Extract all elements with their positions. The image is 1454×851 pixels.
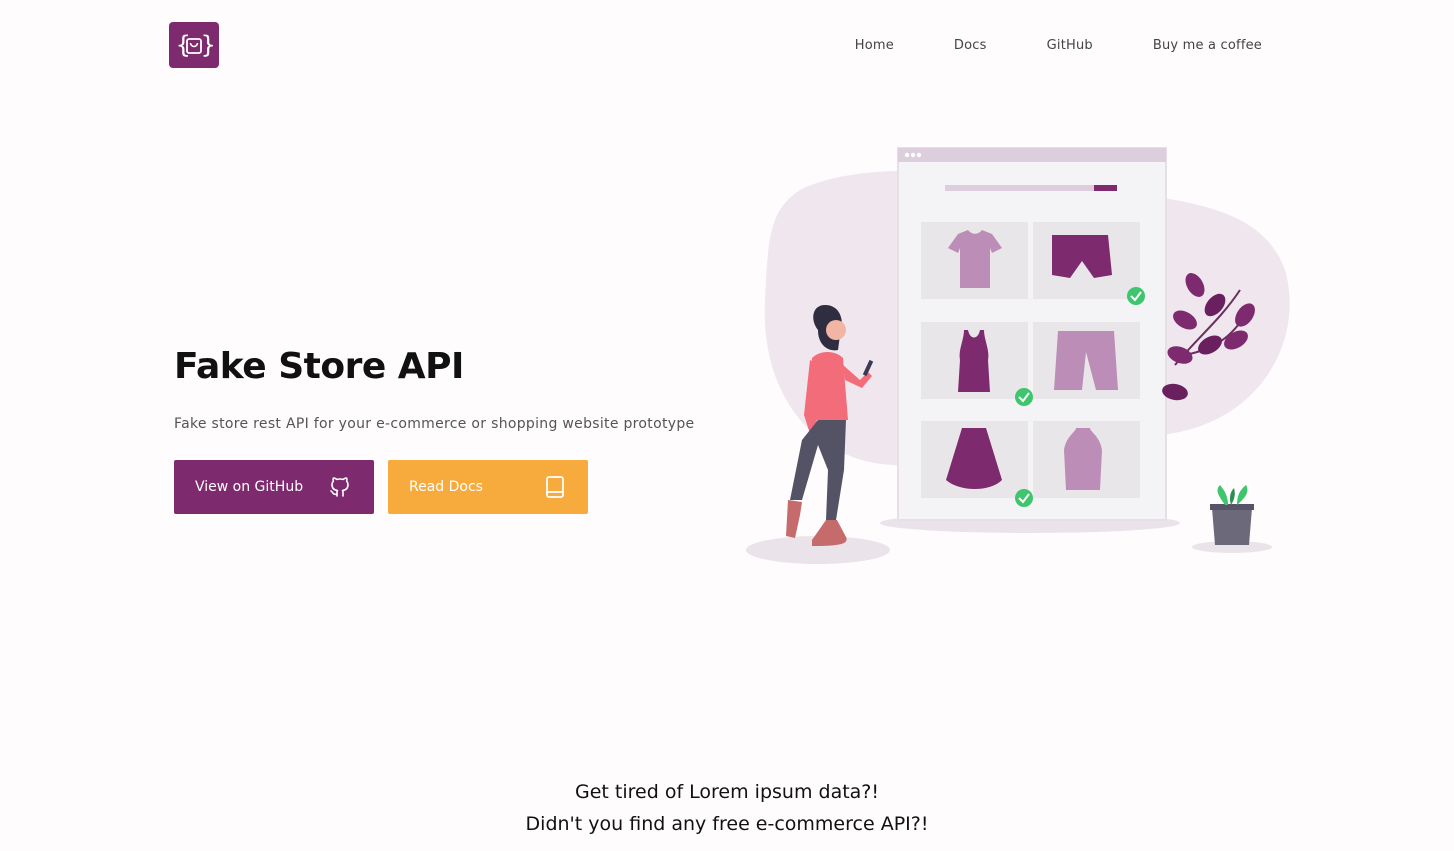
hero-title: Fake Store API xyxy=(174,346,464,387)
read-docs-button[interactable]: Read Docs xyxy=(388,460,588,514)
page: { } Home Docs GitHub Buy me a coffee Fak… xyxy=(0,0,1454,851)
logo[interactable]: { } xyxy=(169,22,219,68)
svg-text:{: { xyxy=(176,31,190,59)
nav-github-link[interactable]: GitHub xyxy=(1047,38,1093,53)
nav-home-link[interactable]: Home xyxy=(855,38,894,53)
hero-subtitle: Fake store rest API for your e-commerce … xyxy=(174,416,695,432)
book-icon xyxy=(546,476,564,498)
shopping-illustration xyxy=(746,147,1290,564)
check-icon xyxy=(1015,388,1033,406)
nav-docs-link[interactable]: Docs xyxy=(954,38,987,53)
shopping-bag-braces-icon: { } xyxy=(176,31,214,59)
plant-pot xyxy=(1212,508,1252,545)
tagline-line-2: Didn't you find any free e-commerce API?… xyxy=(525,813,929,835)
view-on-github-button[interactable]: View on GitHub xyxy=(174,460,374,514)
check-icon xyxy=(1127,287,1145,305)
svg-text:}: } xyxy=(201,31,214,59)
tagline-line-1: Get tired of Lorem ipsum data?! xyxy=(575,781,879,803)
github-icon xyxy=(330,477,349,497)
top-nav: Home Docs GitHub Buy me a coffee xyxy=(795,38,1262,53)
check-icon xyxy=(1015,489,1033,507)
github-button-label: View on GitHub xyxy=(195,479,304,495)
docs-button-label: Read Docs xyxy=(409,479,483,495)
nav-coffee-link[interactable]: Buy me a coffee xyxy=(1153,38,1262,53)
